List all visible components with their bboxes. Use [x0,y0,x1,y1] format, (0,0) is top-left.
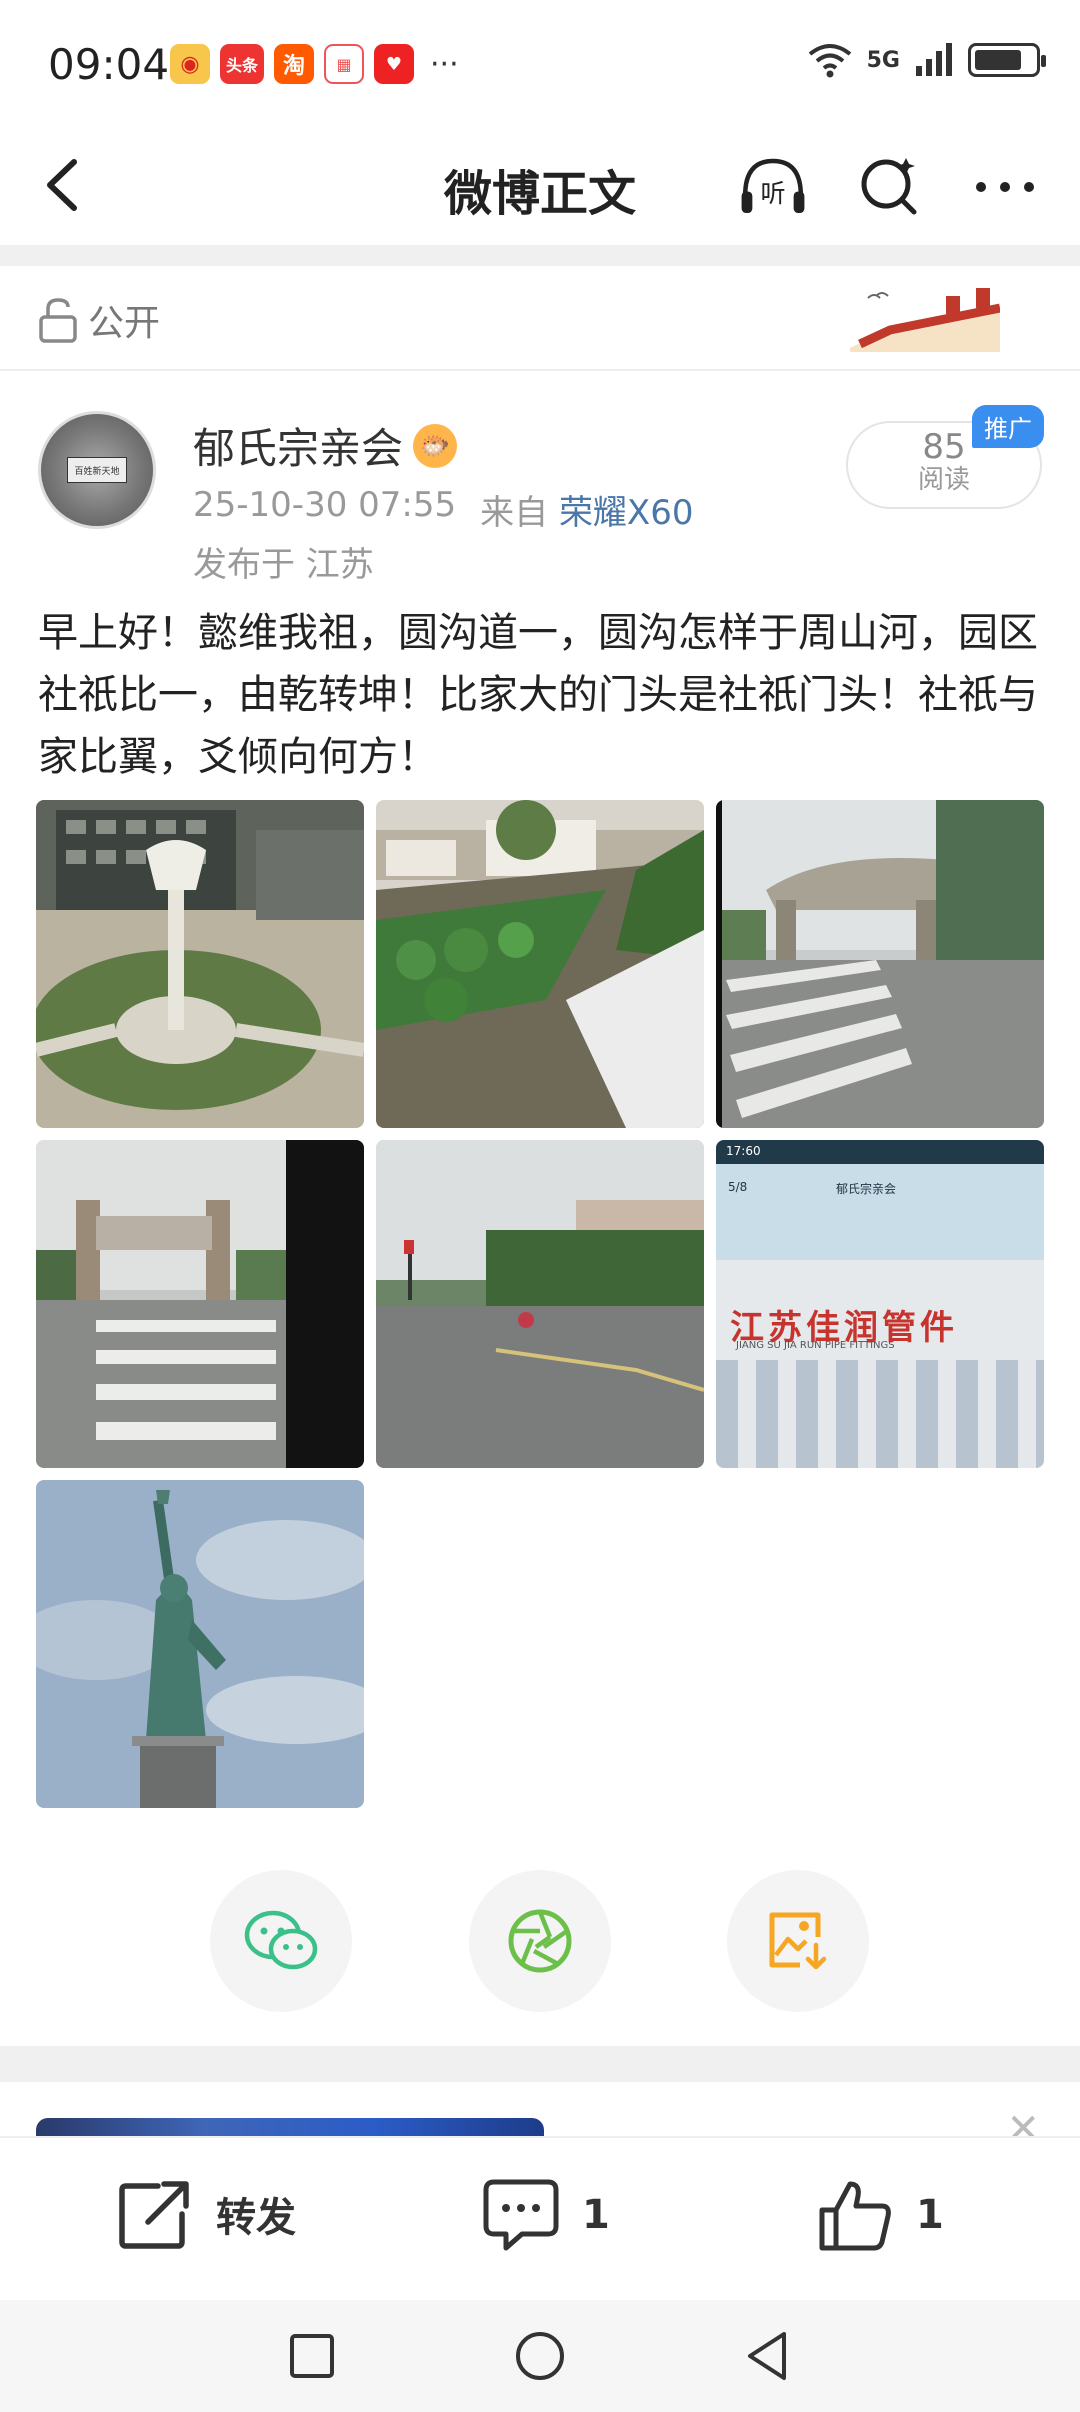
photo-gateway-road[interactable] [716,800,1044,1128]
more-button[interactable] [970,152,1040,222]
like-count: 1 [916,2192,944,2238]
headphones-icon: 听 [741,158,805,214]
photo-rainy-street[interactable] [376,1140,704,1468]
forward-button[interactable]: 转发 [118,2178,296,2250]
aperture-icon [508,1909,572,1973]
post-source: 来自 荣耀X60 [480,485,693,534]
read-label: 阅读 [917,465,970,495]
nav-actions: 听 [738,152,1040,222]
screenshot-sign-sub: JIANG SU JIA RUN PIPE FITTINGS [736,1340,895,1351]
share-wechat-button[interactable] [210,1870,352,2012]
divider [0,2046,1080,2082]
visibility-label: 公开 [88,303,161,344]
factory-screenshot-image: 17:60 5/8 郁氏宗亲会 江苏佳润管件 JIANG SU JIA RUN … [716,1140,1044,1468]
home-icon[interactable] [512,2328,568,2384]
back-nav-icon[interactable] [740,2328,796,2384]
divider [0,245,1080,266]
photo-vegetable-field[interactable] [376,800,704,1128]
system-icons: 5G [807,42,1046,78]
share-row [0,1870,1080,2012]
photo-gate-crosswalk[interactable] [36,1140,364,1468]
comment-icon [483,2179,559,2251]
recents-icon[interactable] [284,2328,340,2384]
visibility-indicator: 公开 [38,294,160,346]
photo-factory-screenshot[interactable]: 17:60 5/8 郁氏宗亲会 江苏佳润管件 JIANG SU JIA RUN … [716,1140,1044,1468]
save-image-button[interactable] [727,1870,869,2012]
pufferfish-badge-icon: 🐡 [413,423,458,468]
source-prefix: 来自 [480,493,549,533]
search-icon [861,158,917,215]
post-timestamp: 25-10-30 07:55 [193,485,457,525]
battery-icon [968,43,1046,77]
gate-crosswalk-image [36,1140,364,1468]
vegetable-field-image [376,800,704,1128]
system-navigation-bar [0,2300,1080,2412]
photo-statue-of-liberty[interactable] [36,1480,364,1808]
download-image-icon [769,1912,827,1970]
share-moments-button[interactable] [469,1870,611,2012]
post-meta: 25-10-30 07:55 来自 荣耀X60 [193,485,694,534]
status-time: 09:04 [48,40,170,89]
avatar-label: 百姓新天地 [67,457,127,483]
calendar-icon: ▦ [324,44,364,84]
post-location: 发布于 江苏 [193,545,374,585]
unlock-icon [39,298,77,343]
photo-monument-square[interactable] [36,800,364,1128]
battery-level [975,50,1022,70]
status-bar: 09:04 ◉ 头条 淘 ▦ ♥ ··· 5G [0,0,1080,130]
gateway-road-image [716,800,1044,1128]
wifi-icon [808,44,851,78]
screenshot-title: 郁氏宗亲会 [836,1182,897,1196]
comment-count: 1 [582,2192,610,2238]
like-button[interactable]: 1 [818,2178,944,2252]
great-wall-decoration [850,288,1000,352]
more-icon [976,182,1034,192]
svg-text:听: 听 [760,179,785,208]
post-action-bar: 转发 1 1 [0,2136,1080,2300]
navigation-bar: 微博正文 听 [0,130,1080,245]
forward-label: 转发 [216,2195,296,2241]
monument-square-image [36,800,364,1128]
share-arrow-icon [119,2181,189,2249]
promo-tag: 推广 [972,405,1044,448]
toutiao-icon: 头条 [220,44,264,84]
wechat-icon [244,1910,318,1970]
screenshot-page: 5/8 [728,1180,748,1194]
weibo-icon: ◉ [170,44,210,84]
search-button[interactable] [854,152,924,222]
author-name[interactable]: 郁氏宗亲会 [193,415,403,476]
more-notifications-icon: ··· [430,46,459,82]
avatar[interactable]: 百姓新天地 [38,411,156,529]
source-device[interactable]: 荣耀X60 [559,493,694,533]
network-type: 5G [866,47,900,73]
post-body: 早上好！懿维我祖，圆沟道一，圆沟怎样于周山河，园区社祇比一，由乾转坤！比家大的门… [38,610,1038,780]
thumbs-up-icon [819,2181,891,2251]
ad-banner[interactable] [36,2118,544,2138]
statue-of-liberty-image [36,1480,364,1808]
screenshot-time: 17:60 [726,1144,761,1158]
comment-button[interactable]: 1 [482,2178,610,2252]
signal-icon [916,43,952,76]
listen-button[interactable]: 听 [738,152,808,222]
author-name-row: 郁氏宗亲会 🐡 [193,415,458,476]
visibility-row: 公开 [0,266,1080,371]
notification-icons: ◉ 头条 淘 ▦ ♥ ··· [170,44,459,84]
taobao-icon: 淘 [274,44,314,84]
rainy-street-image [376,1140,704,1468]
author-header: 百姓新天地 郁氏宗亲会 🐡 25-10-30 07:55 来自 荣耀X60 发布… [0,395,1080,595]
tmall-icon: ♥ [374,44,414,84]
